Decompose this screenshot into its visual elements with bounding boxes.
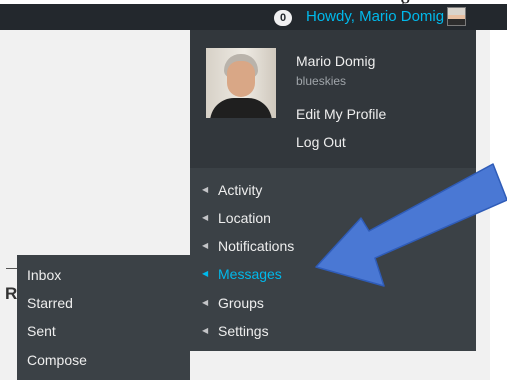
blue-arrow-icon xyxy=(315,163,507,287)
